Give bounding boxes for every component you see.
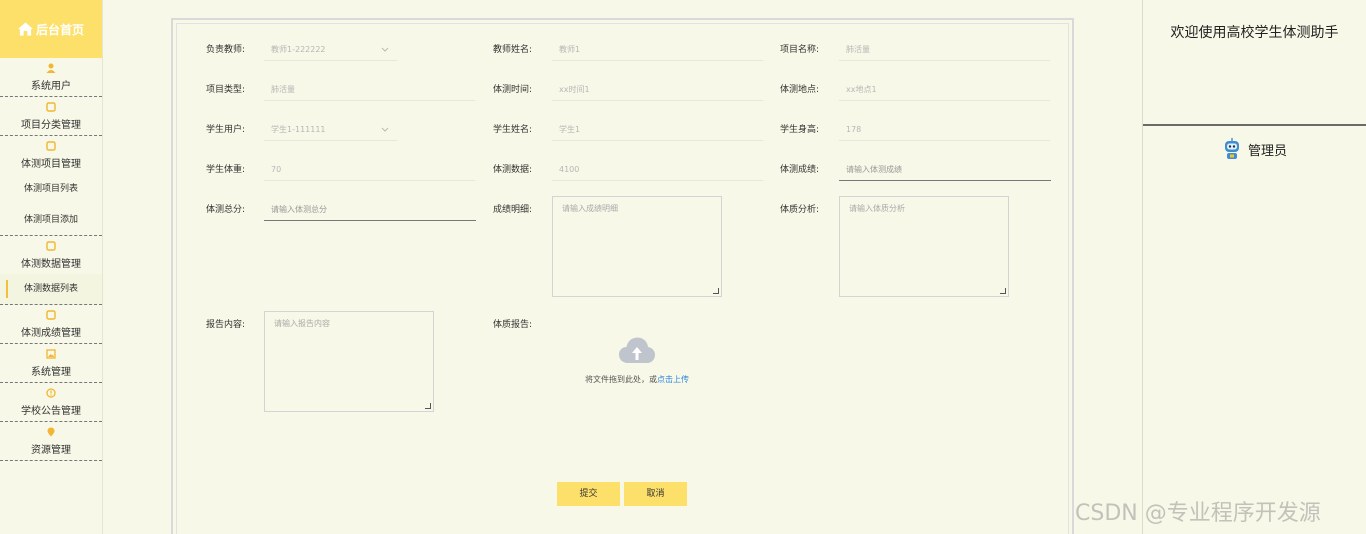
- upload-link[interactable]: 点击上传: [657, 375, 689, 384]
- test-score-label: 体测成绩:: [780, 165, 820, 175]
- upload-hint: 将文件拖到此处，或: [585, 375, 657, 384]
- student-account-label: 学生用户:: [206, 125, 246, 135]
- student-name-label: 学生姓名:: [493, 125, 533, 135]
- student-height-field[interactable]: 178: [839, 119, 1050, 141]
- score-detail-textarea[interactable]: 请输入成绩明细: [552, 196, 722, 297]
- cancel-button[interactable]: 取消: [624, 482, 687, 506]
- submenu-test-data-list[interactable]: 体测数据列表: [0, 274, 102, 305]
- student-name-field[interactable]: 学生1: [552, 119, 763, 141]
- project-name-label: 项目名称:: [780, 45, 820, 55]
- physique-report-label: 体质报告:: [493, 320, 533, 330]
- physique-analysis-label: 体质分析:: [780, 205, 820, 215]
- welcome-text: 欢迎使用高校学生体测助手: [1143, 0, 1366, 126]
- form-inner: 负责教师: 教师1-222222 教师姓名: 教师1 项目名称: 肺活量 项目类…: [176, 23, 1069, 534]
- menu-system-users[interactable]: 系统用户: [0, 58, 102, 97]
- project-type-label: 项目类型:: [206, 85, 246, 95]
- student-weight-field[interactable]: 70: [264, 159, 475, 181]
- project-name-field[interactable]: 肺活量: [839, 39, 1050, 61]
- submit-button[interactable]: 提交: [557, 482, 620, 506]
- teacher-account-label: 负责教师:: [206, 45, 246, 55]
- menu-label: 体测项目管理: [21, 159, 81, 170]
- test-place-label: 体测地点:: [780, 85, 820, 95]
- user-icon: [46, 63, 56, 73]
- menu-label: 资源管理: [31, 445, 71, 456]
- project-type-field[interactable]: 肺活量: [264, 79, 475, 101]
- student-weight-label: 学生体重:: [206, 165, 246, 175]
- submenu-test-project-list[interactable]: 体测项目列表: [0, 174, 102, 205]
- menu-school-notice[interactable]: 学校公告管理: [0, 383, 102, 422]
- form-panel: 负责教师: 教师1-222222 教师姓名: 教师1 项目名称: 肺活量 项目类…: [171, 18, 1074, 534]
- menu-label: 系统用户: [31, 81, 71, 92]
- home-icon: [17, 22, 33, 36]
- brand-label: 后台首页: [35, 22, 84, 37]
- test-time-field[interactable]: xx时间1: [552, 79, 763, 101]
- teacher-account-select[interactable]: 教师1-222222: [264, 39, 397, 61]
- admin-label: 管理员: [1247, 143, 1287, 159]
- test-time-label: 体测时间:: [493, 85, 533, 95]
- test-data-label: 体测数据:: [493, 165, 533, 175]
- report-content-label: 报告内容:: [206, 320, 246, 330]
- tag-icon: [46, 102, 56, 112]
- right-panel: 欢迎使用高校学生体测助手 管理员: [1142, 0, 1366, 534]
- robot-avatar-icon: [1224, 138, 1239, 159]
- teacher-account-value: 教师1-222222: [271, 45, 326, 54]
- tag-icon: [46, 310, 56, 320]
- home-link[interactable]: 后台首页: [0, 0, 102, 58]
- report-content-textarea[interactable]: 请输入报告内容: [264, 311, 434, 412]
- menu-label: 学校公告管理: [21, 406, 81, 417]
- upload-dropzone[interactable]: 将文件拖到此处，或点击上传: [552, 336, 722, 385]
- student-account-value: 学生1-111111: [271, 125, 326, 134]
- info-icon: [46, 388, 56, 398]
- menu-project-category[interactable]: 项目分类管理: [0, 97, 102, 136]
- chevron-down-icon: [381, 47, 389, 52]
- menu-test-score[interactable]: 体测成绩管理: [0, 305, 102, 344]
- menu-label: 体测成绩管理: [21, 328, 81, 339]
- image-icon: [46, 349, 56, 359]
- sidebar: 后台首页 系统用户 项目分类管理 体测项目管理 体测项目列表 体测项目添加 体测…: [0, 0, 103, 534]
- menu-label: 体测数据管理: [21, 259, 81, 270]
- test-place-field[interactable]: xx地点1: [839, 79, 1050, 101]
- menu-system-manage[interactable]: 系统管理: [0, 344, 102, 383]
- upload-cloud-icon: [619, 337, 655, 363]
- menu-resource[interactable]: 资源管理: [0, 422, 102, 461]
- total-score-label: 体测总分:: [206, 205, 246, 215]
- admin-user[interactable]: 管理员: [1143, 126, 1366, 160]
- test-data-field[interactable]: 4100: [552, 159, 763, 181]
- total-score-input[interactable]: 请输入体测总分: [264, 199, 476, 221]
- chevron-down-icon: [381, 127, 389, 132]
- student-account-select[interactable]: 学生1-111111: [264, 119, 397, 141]
- test-score-input[interactable]: 请输入体测成绩: [839, 159, 1051, 181]
- physique-analysis-textarea[interactable]: 请输入体质分析: [839, 196, 1009, 297]
- tag-icon: [46, 141, 56, 151]
- watermark: CSDN @专业程序开发源: [1075, 501, 1321, 526]
- score-detail-label: 成绩明细:: [493, 205, 533, 215]
- menu-label: 系统管理: [31, 367, 71, 378]
- submenu-test-project-add[interactable]: 体测项目添加: [0, 205, 102, 236]
- student-height-label: 学生身高:: [780, 125, 820, 135]
- menu-test-data[interactable]: 体测数据管理: [0, 236, 102, 274]
- menu-test-project[interactable]: 体测项目管理: [0, 136, 102, 174]
- teacher-name-field[interactable]: 教师1: [552, 39, 763, 61]
- menu-label: 项目分类管理: [21, 120, 81, 131]
- pin-icon: [47, 427, 55, 437]
- tag-icon: [46, 241, 56, 251]
- teacher-name-label: 教师姓名:: [493, 45, 533, 55]
